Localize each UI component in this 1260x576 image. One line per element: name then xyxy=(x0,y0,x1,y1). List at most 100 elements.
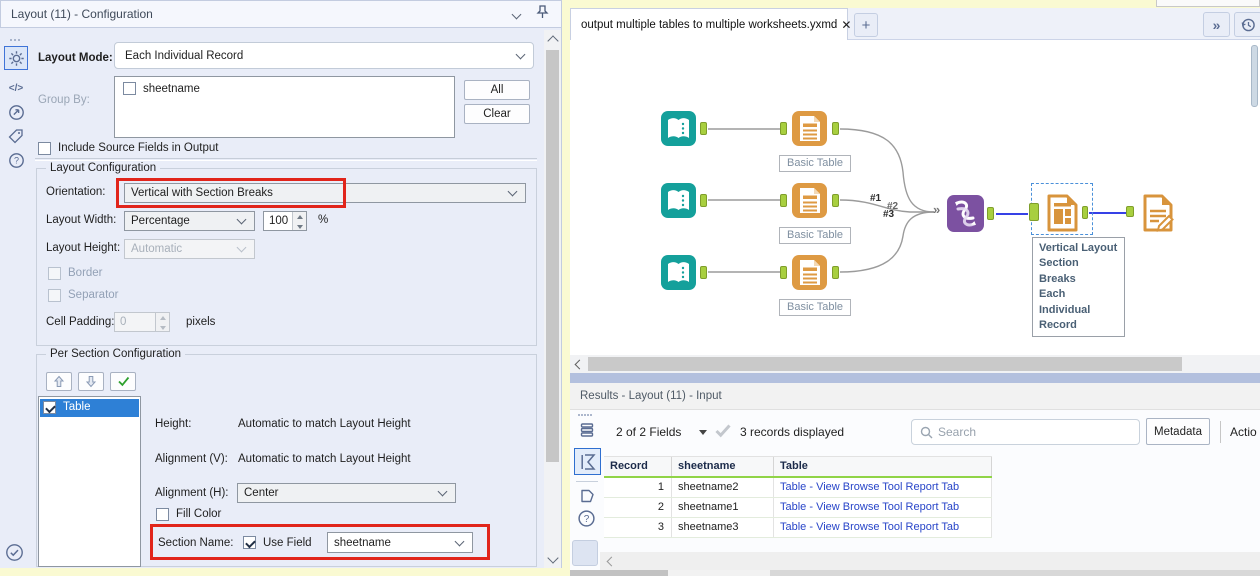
pin-icon[interactable] xyxy=(536,4,549,24)
table-link[interactable]: Table - View Browse Tool Report Tab xyxy=(774,478,992,497)
render-tool[interactable] xyxy=(1140,193,1176,238)
layout-width-select[interactable]: Percentage xyxy=(124,211,255,231)
gear-icon[interactable] xyxy=(4,46,28,70)
layout-width-amount: 100 xyxy=(269,215,289,227)
move-down-button[interactable] xyxy=(78,372,104,391)
fields-summary[interactable]: 2 of 2 Fields xyxy=(616,425,681,439)
results-grid[interactable]: Record sheetname Table 1 sheetname2 Tabl… xyxy=(604,456,992,538)
table-link[interactable]: Table - View Browse Tool Report Tab xyxy=(774,518,992,537)
sheetname-cell: sheetname1 xyxy=(672,498,774,517)
tag-icon[interactable] xyxy=(4,124,28,148)
fields-caret-icon[interactable] xyxy=(699,430,707,435)
history-button[interactable] xyxy=(1234,12,1260,37)
rail-grip-icon[interactable] xyxy=(10,39,12,41)
config-scroll-down[interactable] xyxy=(544,551,561,568)
tab-overflow-button[interactable]: » xyxy=(1203,12,1230,37)
input-anchor[interactable] xyxy=(1126,206,1134,217)
results-help-icon[interactable]: ? xyxy=(576,508,597,529)
output-anchor[interactable] xyxy=(832,194,839,207)
multi-input-icon: » xyxy=(933,202,940,217)
cell-padding-unit: pixels xyxy=(186,316,216,328)
section-item-table[interactable]: Table xyxy=(40,399,139,417)
workflow-tab-title: output multiple tables to multiple works… xyxy=(581,18,838,31)
actions-button[interactable]: Actio xyxy=(1230,425,1257,439)
input-anchor[interactable] xyxy=(780,122,787,135)
cell-padding-stepper: 0 xyxy=(114,312,170,332)
input-anchor[interactable] xyxy=(780,266,787,279)
input-data-tool-3[interactable] xyxy=(660,254,697,296)
results-hscroll[interactable] xyxy=(600,552,1260,570)
table-row[interactable]: 2 sheetname1 Table - View Browse Tool Re… xyxy=(604,498,992,518)
workflow-canvas[interactable]: Basic Table Basic Table Basic Table #1 #… xyxy=(570,40,1260,355)
search-box[interactable] xyxy=(911,419,1140,445)
output-anchor[interactable] xyxy=(700,194,707,207)
input-anchor[interactable] xyxy=(780,194,787,207)
grid-header-row[interactable]: Record sheetname Table xyxy=(604,456,992,478)
layout-width-stepper[interactable]: 100 xyxy=(263,211,307,231)
data-view-icon[interactable] xyxy=(574,448,601,475)
apply-check-icon[interactable] xyxy=(2,540,26,564)
all-button[interactable]: All xyxy=(464,80,530,100)
group-by-listbox[interactable]: sheetname xyxy=(114,76,455,138)
code-icon[interactable]: </> xyxy=(4,76,28,100)
run-arrow-icon[interactable] xyxy=(4,100,28,124)
basic-table-tool-1[interactable] xyxy=(791,110,828,152)
connection-label-1: #1 xyxy=(870,193,882,204)
output-anchor[interactable] xyxy=(700,122,707,135)
clear-button[interactable]: Clear xyxy=(464,104,530,124)
section-item-checkbox[interactable] xyxy=(43,401,56,414)
fill-color-checkbox[interactable] xyxy=(156,508,169,521)
output-anchor[interactable] xyxy=(832,266,839,279)
input-data-tool-2[interactable] xyxy=(660,182,697,224)
layout-tool-annotation[interactable]: Vertical Layout Section Breaks Each Indi… xyxy=(1032,237,1125,338)
canvas-hscroll-thumb[interactable] xyxy=(588,357,1182,371)
ps-align-h-select[interactable]: Center xyxy=(237,483,456,503)
basic-table-tool-2[interactable] xyxy=(791,182,828,224)
layout-width-label: Layout Width: xyxy=(46,214,117,226)
messages-icon[interactable] xyxy=(577,486,597,506)
include-source-checkbox[interactable] xyxy=(38,142,51,155)
output-anchor[interactable] xyxy=(700,266,707,279)
table-link[interactable]: Table - View Browse Tool Report Tab xyxy=(774,498,992,517)
results-rail-grip-icon[interactable] xyxy=(578,414,580,416)
input-data-tool-1[interactable] xyxy=(660,110,697,152)
table-config-icon[interactable] xyxy=(577,420,597,440)
panel-splitter[interactable] xyxy=(570,373,1260,383)
collapse-chevron-icon[interactable] xyxy=(511,9,522,19)
annotation-line: Each Individual xyxy=(1039,288,1091,316)
union-tool[interactable] xyxy=(946,194,985,238)
tool-annotation[interactable]: Basic Table xyxy=(779,155,852,172)
table-row[interactable]: 1 sheetname2 Table - View Browse Tool Re… xyxy=(604,478,992,498)
search-input[interactable] xyxy=(938,425,1139,439)
table-row[interactable]: 3 sheetname3 Table - View Browse Tool Re… xyxy=(604,518,992,538)
sections-listbox[interactable]: Table xyxy=(38,396,141,567)
config-scroll-thumb[interactable] xyxy=(546,50,559,462)
canvas-vscroll-thumb[interactable] xyxy=(1251,45,1258,107)
workflow-tab[interactable]: output multiple tables to multiple works… xyxy=(570,8,851,40)
layout-mode-select[interactable]: Each Individual Record xyxy=(114,42,534,69)
output-anchor[interactable] xyxy=(1082,206,1088,219)
basic-table-tool-3[interactable] xyxy=(791,254,828,296)
results-hscroll-left[interactable] xyxy=(602,552,618,570)
help-icon[interactable]: ? xyxy=(4,148,28,172)
tool-annotation[interactable]: Basic Table xyxy=(779,227,852,244)
output-anchor[interactable] xyxy=(987,207,994,220)
move-up-button[interactable] xyxy=(46,372,72,391)
configuration-panel-title: Layout (11) - Configuration xyxy=(11,7,153,21)
fill-color-label: Fill Color xyxy=(176,508,222,520)
metadata-button[interactable]: Metadata xyxy=(1146,418,1210,445)
config-scroll-up[interactable] xyxy=(544,30,561,47)
tool-annotation[interactable]: Basic Table xyxy=(779,299,852,316)
column-header-sheetname[interactable]: sheetname xyxy=(672,457,774,476)
canvas-hscroll-left[interactable] xyxy=(570,355,586,373)
group-by-item-checkbox[interactable] xyxy=(123,82,136,95)
applied-check-icon xyxy=(714,423,732,443)
layout-tool[interactable] xyxy=(1043,193,1081,238)
select-all-check-button[interactable] xyxy=(110,372,136,391)
new-tab-button[interactable]: + xyxy=(854,13,878,37)
column-header-record[interactable]: Record xyxy=(604,457,672,476)
ps-height-value: Automatic to match Layout Height xyxy=(238,418,411,430)
output-anchor[interactable] xyxy=(832,122,839,135)
input-anchor[interactable] xyxy=(1029,203,1039,221)
column-header-table[interactable]: Table xyxy=(774,457,992,476)
